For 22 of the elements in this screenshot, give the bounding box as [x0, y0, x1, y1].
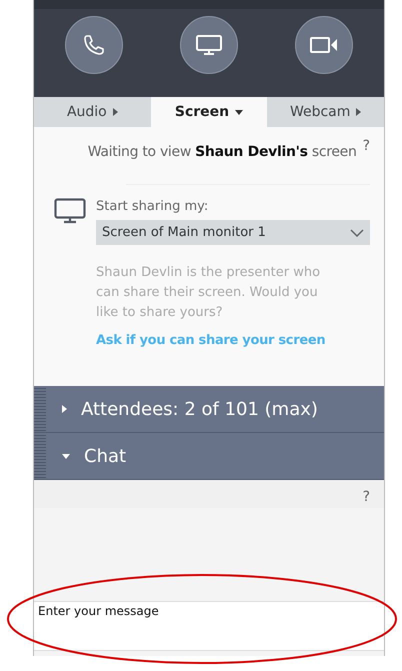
presenter-description: Shaun Devlin is the presenter who can share their screen. Would you like to share yours? — [96, 264, 322, 322]
grip-handle[interactable] — [34, 433, 46, 479]
phone-icon — [82, 33, 106, 57]
screen-dropdown[interactable]: Screen of Main monitor 1 — [96, 220, 370, 245]
caret-right-icon — [356, 108, 362, 116]
grip-handle[interactable] — [34, 386, 46, 432]
message-field[interactable]: Enter your message — [34, 601, 384, 651]
caret-right-icon — [62, 405, 67, 413]
section-header[interactable]: Attendees: 2 of 101 (max) — [34, 386, 384, 433]
section-header[interactable]: Chat — [34, 433, 384, 480]
caret-down-icon — [62, 454, 70, 458]
monitor-icon — [194, 33, 223, 57]
caret-down-icon — [235, 110, 244, 114]
chevron-down-icon — [350, 228, 364, 236]
status-text: Waiting to view Shaun Devlin's screen — [88, 144, 357, 160]
tab[interactable]: Screen — [150, 97, 268, 127]
video-camera-icon — [309, 35, 340, 55]
share-label: Start sharing my: — [96, 198, 210, 214]
help-button[interactable]: ? — [362, 486, 370, 508]
help-button[interactable]: ? — [362, 138, 370, 154]
caret-right-icon — [112, 108, 118, 116]
monitor-icon — [54, 198, 86, 224]
